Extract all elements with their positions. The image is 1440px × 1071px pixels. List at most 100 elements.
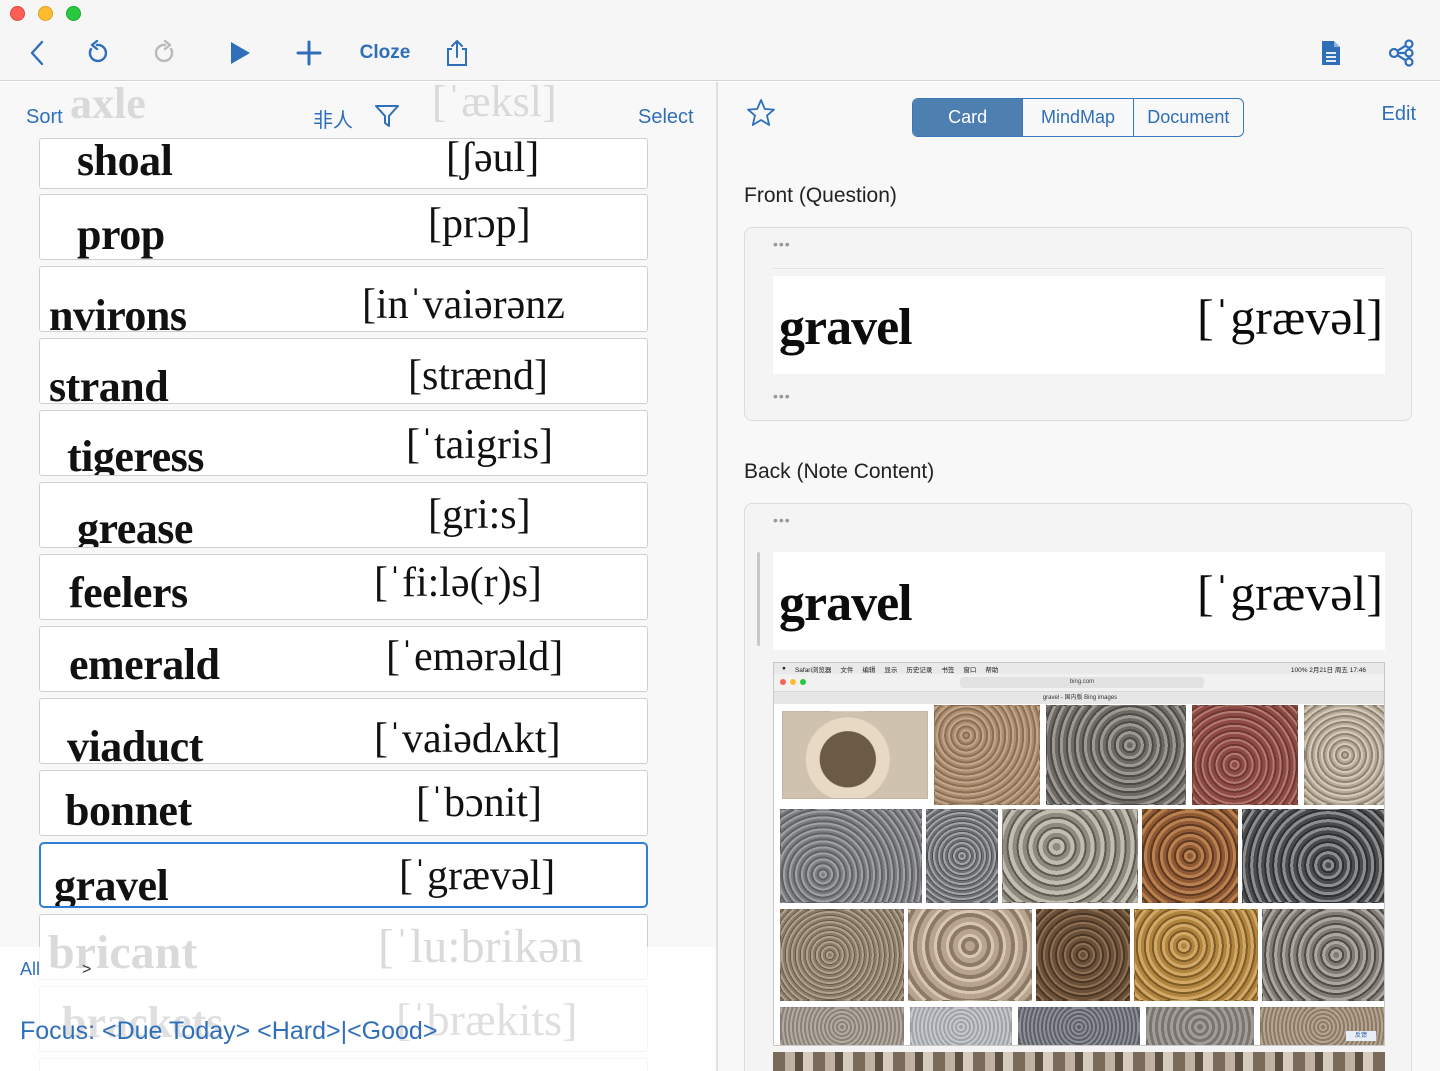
mindmap-share-icon [1388,39,1414,67]
card-word: gravel [54,861,169,908]
card-word: tigeress [67,432,204,476]
card-row[interactable]: prop [prɔp] [39,194,648,260]
embedded-browser-toolbar: bing.com [774,674,1384,692]
tab-mindmap[interactable]: MindMap [1023,99,1134,136]
gravel-photo-tile [1036,909,1130,1001]
window-minimize-button[interactable] [38,6,53,21]
ghost-card-word: bricant [48,926,198,979]
card-ipa: [strænd] [408,353,548,399]
card-row-selected[interactable]: gravel [ˈgrævəl] [39,842,648,908]
gravel-photo-tile [1192,705,1298,805]
cloze-label: Cloze [359,42,411,63]
more-dots-icon[interactable]: ••• [773,236,791,252]
redo-button[interactable] [150,36,180,70]
embedded-close-dot [780,679,786,685]
card-word: viaduct [67,722,203,764]
card-word: bonnet [65,786,192,835]
card-ipa: [gri:s] [428,492,531,538]
card-row[interactable]: viaduct [ˈvaiədʌkt] [39,698,648,764]
card-word: grease [77,504,193,548]
gravel-photo-tile [934,705,1040,805]
next-image-partial [773,1052,1385,1071]
share-button[interactable] [442,36,472,70]
front-word: gravel [779,299,913,356]
gravel-photo-tile [780,1007,904,1045]
mindmap-share-button[interactable] [1384,36,1418,70]
more-dots-icon[interactable]: ••• [773,388,791,404]
card-word: prop [77,210,165,259]
back-word: gravel [779,575,913,632]
edit-button[interactable]: Edit [1382,103,1416,126]
embedded-tab-title: gravel - 国内版 Bing images [774,692,1384,704]
card-ipa: [ˈbɔnit] [416,780,542,826]
document-view-button[interactable] [1316,36,1346,70]
menu-item: 编辑 [862,666,876,674]
back-content-box[interactable]: ••• gravel [ˈgrævəl] ● Safari浏览器 文件 编辑 显… [744,503,1412,1071]
tab-document[interactable]: Document [1134,99,1243,136]
menu-item: 帮助 [985,666,999,674]
cloze-button[interactable]: Cloze [354,36,416,70]
undo-icon [88,40,108,63]
gravel-photo-tile [910,1007,1012,1045]
card-row[interactable]: feelers [ˈfi:lə(r)s] [39,554,648,620]
document-icon [1322,41,1340,65]
window-close-button[interactable] [10,6,25,21]
share-icon [447,40,467,66]
breadcrumb-caret: > [82,961,92,978]
focus-filter-text[interactable]: Focus: <Due Today> <Hard>|<Good> [20,1017,437,1046]
card-ipa: [ˈtaigris] [406,422,553,468]
card-row[interactable]: nvirons [inˈvaiərənz [39,266,648,332]
redo-icon [154,40,174,63]
card-row[interactable]: strand [strænd] [39,338,648,404]
gravel-photo-tile [1046,705,1186,805]
chevron-left-icon [30,40,44,66]
play-button[interactable] [224,36,256,70]
select-button[interactable]: Select [638,106,694,129]
card-detail-pane: Card MindMap Document Edit Front (Questi… [718,82,1440,1071]
list-header: axle [ˈæksl] Sort 非人 Select [0,82,716,150]
scroll-indicator[interactable] [757,552,760,646]
card-ipa: [inˈvaiərənz [362,282,565,328]
card-row[interactable]: bonnet [ˈbɔnit] [39,770,648,836]
gravel-photo-tile [1262,909,1384,1001]
favorite-button[interactable] [746,98,776,133]
menu-item: Safari浏览器 [794,666,832,674]
all-filter-button[interactable]: All [20,959,40,980]
separator [773,268,1385,269]
more-dots-icon[interactable]: ••• [773,512,791,528]
embedded-min-dot [790,679,796,685]
ghost-card-ipa: [ˈlu:brikən [378,920,584,973]
gravel-photo-tile [780,809,922,903]
gravel-photo-tile [782,711,928,799]
card-row[interactable]: tigeress [ˈtaigris] [39,410,648,476]
front-content-box[interactable]: ••• gravel [ˈgrævəl] ••• [744,227,1412,421]
list-footer: bricant [ˈlu:brikən brackets [ˈbrækits] … [0,920,716,1071]
gravel-photo-tile [1304,705,1384,805]
card-row[interactable]: grease [gri:s] [39,482,648,548]
card-list-pane[interactable]: axle [ˈæksl] Sort 非人 Select shoal [ʃəul]… [0,82,716,1071]
card-row[interactable]: emerald [ˈemərəld] [39,626,648,692]
tab-card[interactable]: Card [913,99,1024,136]
star-icon [747,99,775,126]
card-ipa: [ˈvaiədʌkt] [374,716,561,762]
sort-button[interactable]: Sort [26,106,63,129]
play-icon [231,42,250,64]
undo-button[interactable] [82,36,112,70]
menu-item: 文件 [840,666,854,674]
apple-icon: ● [782,665,786,672]
window-zoom-button[interactable] [66,6,81,21]
menu-item: 书签 [941,666,955,674]
back-section-title: Back (Note Content) [744,460,935,483]
back-button[interactable] [24,36,50,70]
filter-text[interactable]: 非人 [313,104,353,133]
gravel-photo-tile [908,909,1032,1001]
ghost-card-word: axle [70,82,146,128]
add-button[interactable] [294,36,324,70]
feedback-badge: 反馈 [1346,1031,1376,1041]
back-ipa: [ˈgrævəl] [1196,565,1383,621]
filter-button[interactable] [374,104,400,133]
gravel-photo-tile [780,909,904,1001]
card-ipa: [prɔp] [428,201,531,247]
gravel-photo-tile [1018,1007,1140,1045]
toolbar: Cloze [0,0,1440,81]
